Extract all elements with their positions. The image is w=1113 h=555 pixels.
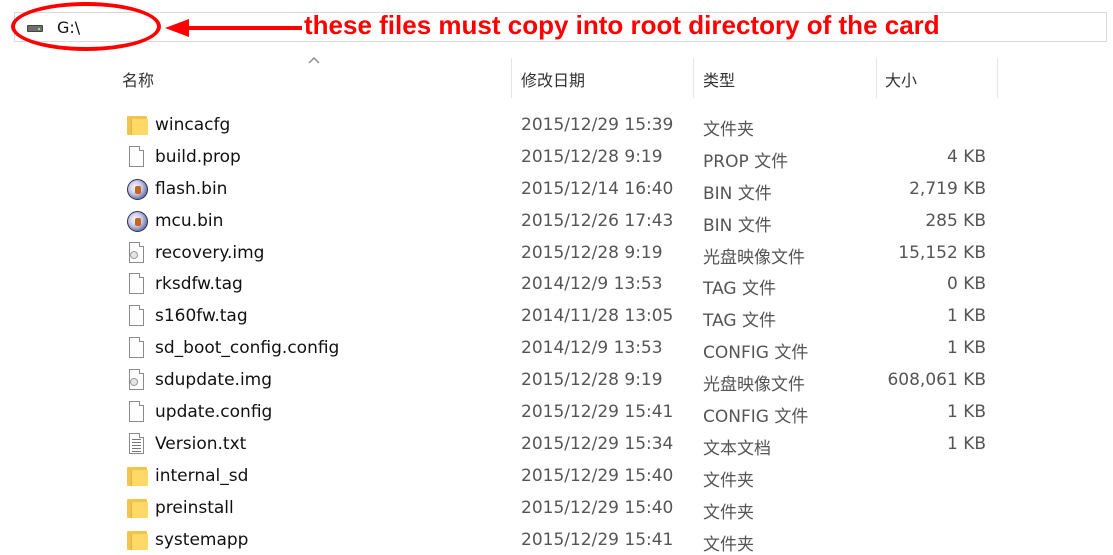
- folder-icon: [127, 528, 149, 552]
- file-date: 2015/12/29 15:41: [521, 529, 674, 550]
- file-date: 2015/12/26 17:43: [521, 210, 674, 231]
- file-row[interactable]: flash.bin 2015/12/14 16:40 BIN 文件 2,719 KB: [0, 173, 1113, 205]
- file-row[interactable]: update.config 2015/12/29 15:41 CONFIG 文件 1 …: [0, 396, 1113, 428]
- file-type: TAG 文件: [703, 279, 776, 300]
- file-name: sdupdate.img: [155, 370, 273, 391]
- bin-icon: [127, 209, 149, 233]
- file-row[interactable]: build.prop 2015/12/28 9:19 PROP 文件 4 KB: [0, 141, 1113, 173]
- disc-image-icon: [127, 368, 149, 392]
- file-size: 15,152 KB: [898, 242, 986, 263]
- file-date: 2015/12/29 15:40: [521, 465, 674, 486]
- file-size: 1 KB: [946, 433, 986, 454]
- file-type: 光盘映像文件: [703, 375, 805, 396]
- file-size: 4 KB: [946, 146, 986, 167]
- file-row[interactable]: s160fw.tag 2014/11/28 13:05 TAG 文件 1 KB: [0, 300, 1113, 332]
- highlight-oval: [11, 2, 161, 51]
- bin-icon: [127, 177, 149, 201]
- file-name: Version.txt: [155, 433, 247, 454]
- annotation-label: these files must copy into root director…: [304, 10, 940, 40]
- file-type: TAG 文件: [703, 311, 776, 332]
- file-icon: [127, 304, 149, 328]
- file-row[interactable]: internal_sd 2015/12/29 15:40 文件夹: [0, 460, 1113, 492]
- file-type: CONFIG 文件: [703, 343, 809, 364]
- file-type: CONFIG 文件: [703, 407, 809, 428]
- file-type: 文件夹: [703, 502, 754, 523]
- file-size: 608,061 KB: [887, 370, 986, 391]
- file-name: build.prop: [155, 146, 241, 167]
- file-type: PROP 文件: [703, 151, 789, 172]
- column-divider[interactable]: [997, 58, 998, 98]
- file-icon: [127, 336, 149, 360]
- annotation-arrow-icon: [165, 19, 302, 37]
- column-header-type[interactable]: 类型: [703, 67, 735, 91]
- column-divider[interactable]: [511, 58, 512, 98]
- file-name: preinstall: [155, 497, 234, 518]
- file-row[interactable]: wincacfg 2015/12/29 15:39 文件夹: [0, 109, 1113, 141]
- file-date: 2014/11/28 13:05: [521, 306, 674, 327]
- file-name: flash.bin: [155, 178, 228, 199]
- sort-ascending-icon: [308, 57, 320, 64]
- file-name: update.config: [155, 402, 273, 423]
- disc-image-icon: [127, 241, 149, 265]
- file-size: 0 KB: [946, 274, 986, 295]
- column-header-size[interactable]: 大小: [885, 67, 917, 91]
- file-size: 285 KB: [925, 210, 986, 231]
- column-header-date[interactable]: 修改日期: [521, 67, 585, 91]
- file-type: 文件夹: [703, 120, 754, 140]
- file-list: wincacfg 2015/12/29 15:39 文件夹 build.prop 201…: [0, 109, 1113, 555]
- file-name: s160fw.tag: [155, 306, 248, 327]
- folder-icon: [127, 496, 149, 520]
- file-size: 1 KB: [946, 338, 986, 359]
- file-icon: [127, 145, 149, 169]
- file-date: 2014/12/9 13:53: [521, 274, 663, 295]
- folder-icon: [127, 113, 149, 137]
- file-type: BIN 文件: [703, 215, 772, 236]
- column-divider[interactable]: [693, 58, 694, 98]
- text-file-icon: [127, 432, 149, 456]
- file-row[interactable]: Version.txt 2015/12/29 15:34 文本文档 1 KB: [0, 428, 1113, 460]
- file-date: 2015/12/29 15:39: [521, 115, 674, 135]
- file-name: systemapp: [155, 529, 249, 550]
- file-type: 文本文档: [703, 438, 771, 459]
- file-type: 文件夹: [703, 470, 754, 491]
- file-name: sd_boot_config.config: [155, 338, 340, 359]
- file-date: 2015/12/28 9:19: [521, 242, 663, 263]
- file-date: 2014/12/9 13:53: [521, 338, 663, 359]
- file-name: wincacfg: [155, 115, 231, 135]
- file-name: mcu.bin: [155, 210, 224, 231]
- folder-icon: [127, 464, 149, 488]
- file-row[interactable]: recovery.img 2015/12/28 9:19 光盘映像文件 15,152 …: [0, 237, 1113, 269]
- file-date: 2015/12/29 15:41: [521, 402, 674, 423]
- file-name: recovery.img: [155, 242, 265, 263]
- file-date: 2015/12/28 9:19: [521, 146, 663, 167]
- file-date: 2015/12/29 15:34: [521, 433, 674, 454]
- file-size: 1 KB: [946, 402, 986, 423]
- column-divider[interactable]: [876, 58, 877, 98]
- file-row[interactable]: mcu.bin 2015/12/26 17:43 BIN 文件 285 KB: [0, 205, 1113, 237]
- file-row[interactable]: systemapp 2015/12/29 15:41 文件夹: [0, 524, 1113, 555]
- file-type: BIN 文件: [703, 183, 772, 204]
- file-row[interactable]: rksdfw.tag 2014/12/9 13:53 TAG 文件 0 KB: [0, 268, 1113, 300]
- file-date: 2015/12/29 15:40: [521, 497, 674, 518]
- file-date: 2015/12/14 16:40: [521, 178, 674, 199]
- file-icon: [127, 400, 149, 424]
- file-date: 2015/12/28 9:19: [521, 370, 663, 391]
- file-type: 光盘映像文件: [703, 247, 805, 268]
- file-name: internal_sd: [155, 465, 249, 486]
- file-row[interactable]: preinstall 2015/12/29 15:40 文件夹: [0, 492, 1113, 524]
- file-name: rksdfw.tag: [155, 274, 243, 295]
- file-icon: [127, 272, 149, 296]
- file-size: 1 KB: [946, 306, 986, 327]
- column-header-name[interactable]: 名称: [122, 67, 154, 91]
- file-row[interactable]: sd_boot_config.config 2014/12/9 13:53 CONF…: [0, 332, 1113, 364]
- file-row[interactable]: sdupdate.img 2015/12/28 9:19 光盘映像文件 608,061…: [0, 364, 1113, 396]
- file-size: 2,719 KB: [909, 178, 986, 199]
